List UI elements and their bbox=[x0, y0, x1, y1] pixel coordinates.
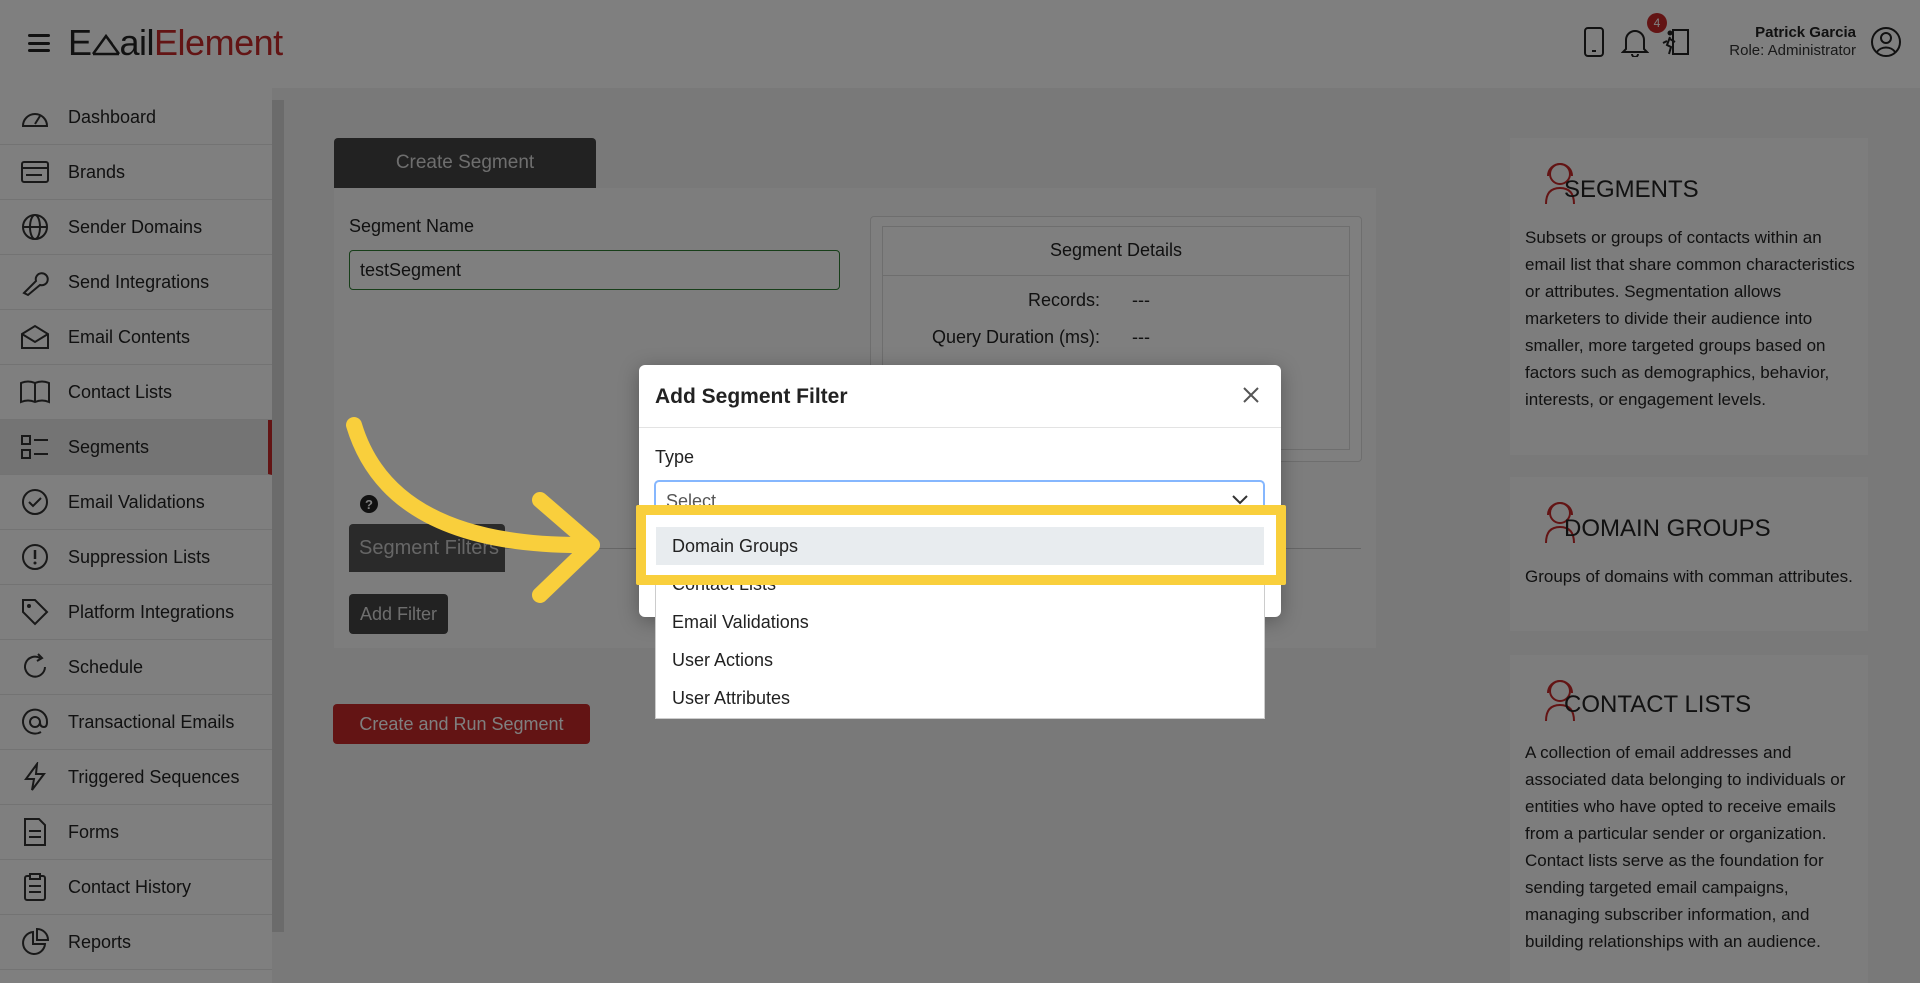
dropdown-option-email-validations[interactable]: Email Validations bbox=[656, 603, 1264, 641]
type-label: Type bbox=[655, 447, 695, 467]
modal-title: Add Segment Filter bbox=[655, 385, 848, 408]
annotation-arrow-icon bbox=[346, 417, 600, 603]
dropdown-option-user-attributes[interactable]: User Attributes bbox=[656, 679, 1264, 717]
dropdown-option-user-actions[interactable]: User Actions bbox=[656, 641, 1264, 679]
close-icon[interactable] bbox=[1237, 381, 1265, 409]
modal-divider bbox=[639, 427, 1281, 428]
highlight-frame bbox=[636, 505, 1286, 585]
